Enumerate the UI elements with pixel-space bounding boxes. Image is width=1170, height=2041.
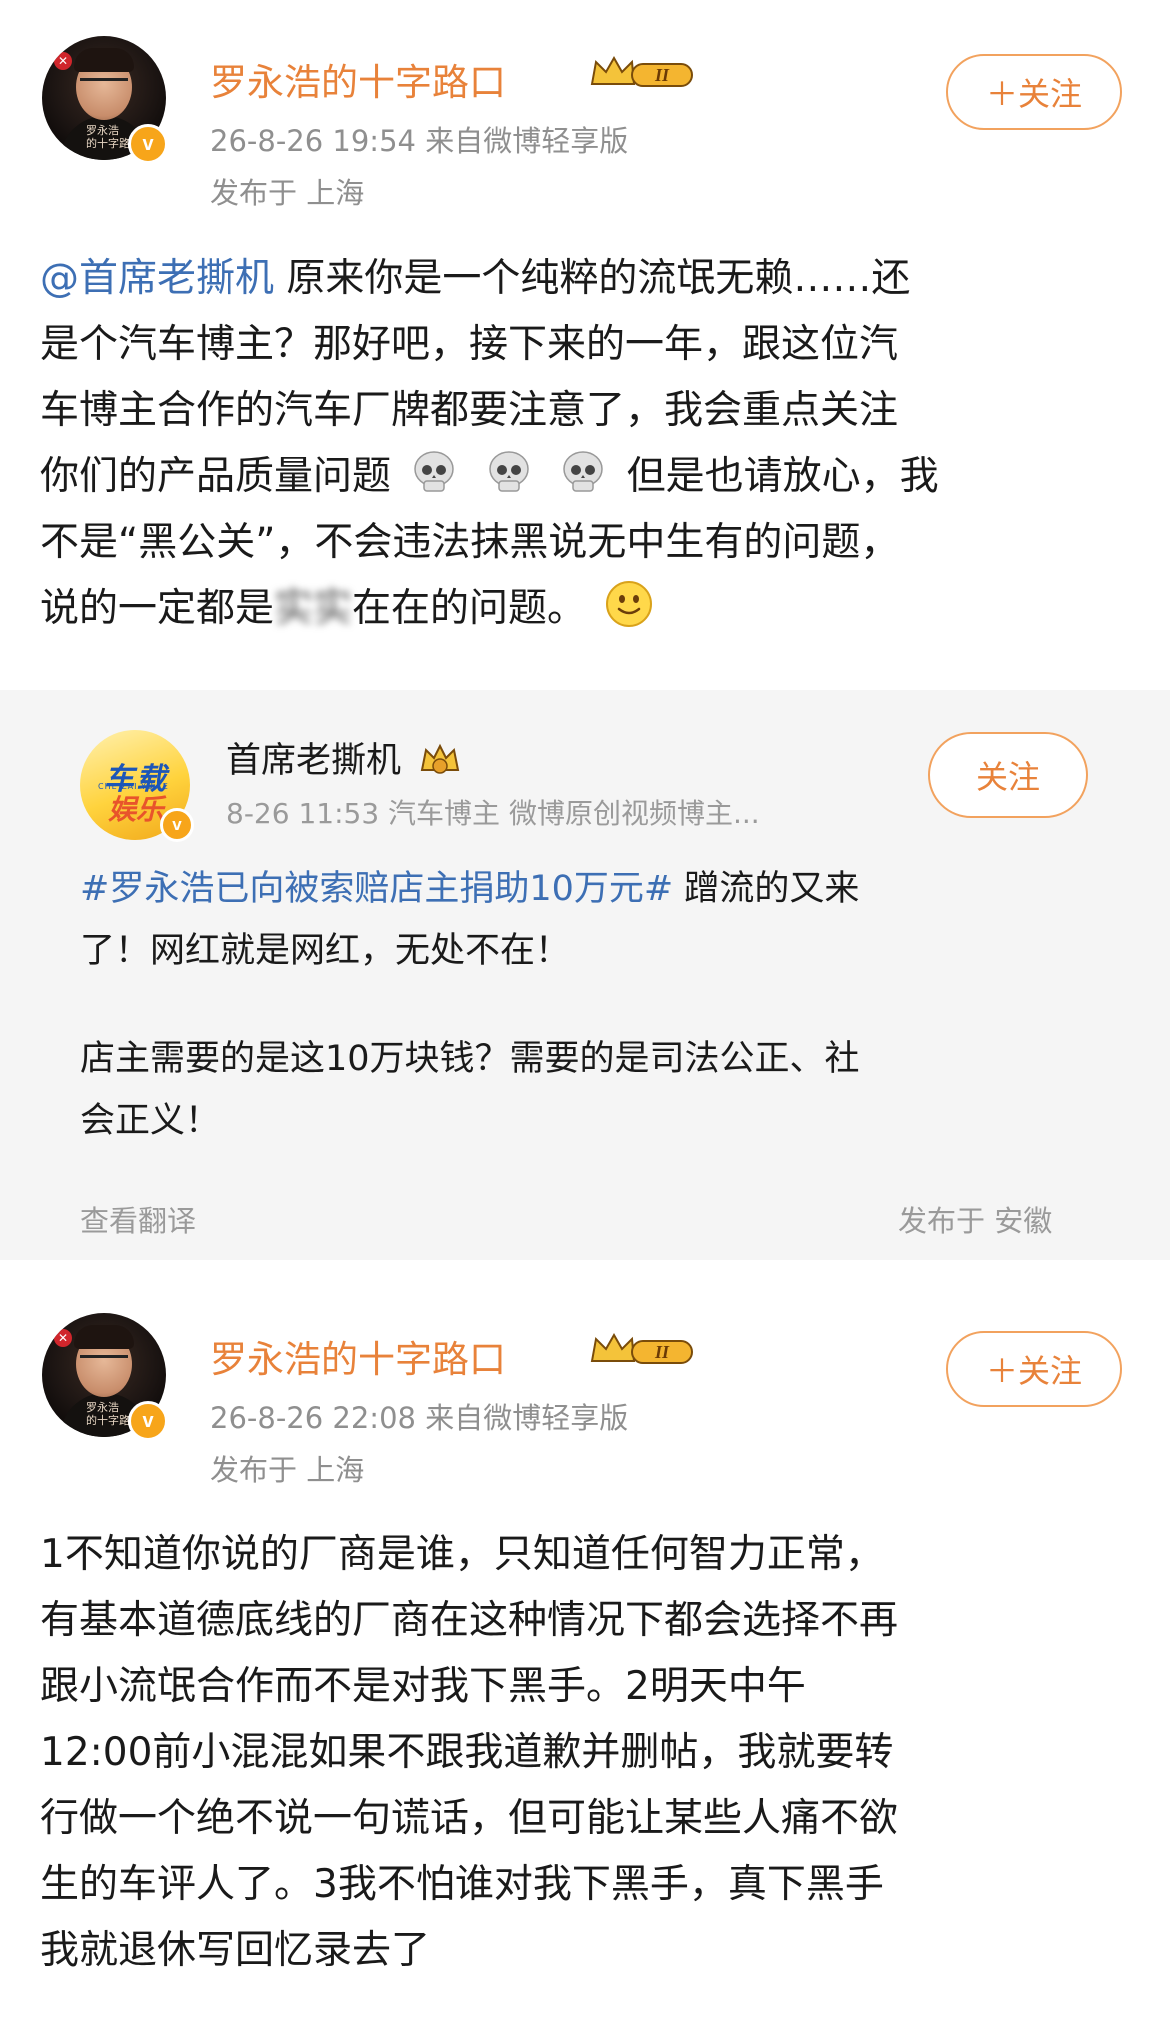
post2-line: 我就退休写回忆录去了	[40, 1928, 431, 1973]
repost-time-meta: 8-26 11:53 汽车博主 微博原创视频博主...	[226, 797, 760, 830]
mention-link[interactable]: @首席老撕机	[40, 256, 274, 301]
repost-line4: 会正义！	[80, 1101, 221, 1141]
crown-level-icon: II	[590, 55, 693, 87]
post2-line: 生的车评人了。3我不怕谁对我下黑手，真下黑手	[40, 1862, 884, 1907]
translate-link[interactable]: 查看翻译	[80, 1198, 196, 1240]
avatar-hair	[74, 1325, 134, 1349]
repost-follow-button[interactable]: 关注	[928, 732, 1088, 818]
verified-v-icon: v	[128, 1401, 168, 1441]
post-location: 发布于 上海	[210, 176, 365, 210]
post1-line3: 车博主合作的汽车厂牌都要注意了，我会重点关注	[40, 388, 899, 433]
repost-card[interactable]: 车载 CHE ZAI YU LE 娱乐 v 首席老撕机 8-26 11:53 汽…	[0, 690, 1170, 1260]
post2-line: 12:00前小混混如果不跟我道歉并删帖，我就要转	[40, 1730, 894, 1775]
post2-header: ✕ 罗永浩 的十字路口 v 罗永浩的十字路口 II 26-8-26 22:08 来…	[0, 1277, 1170, 1487]
post1-line5: 不是“黑公关”，不会违法抹黑说无中生有的问题，	[40, 520, 900, 565]
repost-line2: 了！网红就是网红，无处不在！	[80, 931, 571, 971]
post-location: 发布于 上海	[210, 1453, 365, 1487]
crown-level-text: II	[654, 1342, 670, 1362]
repost-location: 发布于 安徽	[898, 1204, 1053, 1238]
post2-line: 1不知道你说的厂商是谁，只知道任何智力正常，	[40, 1532, 884, 1577]
repost-line1: #罗永浩已向被索赔店主捐助10万元# 蹭流的又来	[80, 869, 860, 909]
hashtag-link[interactable]: #罗永浩已向被索赔店主捐助10万元#	[80, 869, 673, 909]
post1-line4: 你们的产品质量问题 但是也请放心，我	[40, 444, 1130, 510]
avatar-glasses	[80, 1355, 128, 1370]
repost-line3: 店主需要的是这10万块钱？需要的是司法公正、社	[80, 1039, 860, 1079]
follow-button[interactable]: ＋关注	[946, 54, 1122, 130]
post-time-source: 26-8-26 22:08 来自微博轻享版	[210, 1401, 629, 1435]
post2-line: 有基本道德底线的厂商在这种情况下都会选择不再	[40, 1598, 899, 1643]
verified-v-icon: v	[128, 124, 168, 164]
blurred-text: 实实	[274, 586, 353, 631]
repost-text-para2: 店主需要的是这10万块钱？需要的是司法公正、社 会正义！	[80, 1028, 1100, 1152]
post2-line: 行做一个绝不说一句谎话，但可能让某些人痛不欲	[40, 1796, 899, 1841]
post2-line: 跟小流氓合作而不是对我下黑手。2明天中午	[40, 1664, 806, 1709]
post1-body: @首席老撕机 原来你是一个纯粹的流氓无赖……还 是个汽车博主？那好吧，接下来的一…	[40, 246, 1130, 642]
crown-level-text: II	[654, 65, 670, 85]
cross-logo-icon: ✕	[54, 52, 72, 70]
post1-line6: 说的一定都是实实在在的问题。	[40, 576, 1130, 642]
post1-line1: @首席老撕机 原来你是一个纯粹的流氓无赖……还	[40, 256, 911, 301]
skull-emoji-icon	[489, 451, 529, 492]
avatar-hair	[74, 48, 134, 72]
post-time-source: 26-8-26 19:54 来自微博轻享版	[210, 124, 629, 158]
repost-username[interactable]: 首席老撕机	[226, 732, 462, 783]
post1-header: ✕ 罗永浩 的十字路口 v 罗永浩的十字路口 II 26-8-26 19:54 来…	[0, 0, 1170, 210]
post2-body: 1不知道你说的厂商是谁，只知道任何智力正常， 有基本道德底线的厂商在这种情况下都…	[40, 1522, 1130, 1984]
avatar-glasses	[80, 78, 128, 93]
repost-text: #罗永浩已向被索赔店主捐助10万元# 蹭流的又来 了！网红就是网红，无处不在！	[80, 858, 1100, 982]
crown-level-icon	[420, 743, 460, 774]
username[interactable]: 罗永浩的十字路口	[210, 52, 506, 106]
post1-line2: 是个汽车博主？那好吧，接下来的一年，跟这位汽	[40, 322, 899, 367]
username[interactable]: 罗永浩的十字路口	[210, 1329, 506, 1383]
smile-emoji-icon	[606, 581, 653, 627]
cross-logo-icon: ✕	[54, 1329, 72, 1347]
crown-level-icon: II	[590, 1332, 693, 1364]
follow-button[interactable]: ＋关注	[946, 1331, 1122, 1407]
skull-emoji-icon	[414, 451, 455, 492]
skull-emoji-icon	[563, 451, 603, 492]
verified-v-icon: v	[160, 808, 194, 842]
